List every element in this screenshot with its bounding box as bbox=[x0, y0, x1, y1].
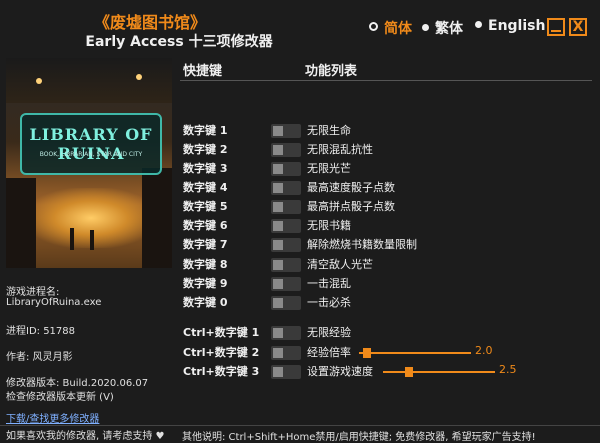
cheat-label: 经验倍率 bbox=[307, 346, 351, 359]
cheat-toggle[interactable] bbox=[271, 326, 301, 340]
radio-icon bbox=[422, 24, 429, 31]
cover-logo-subtext: BOOK, LIBRARIAN, STAR AND CITY bbox=[39, 151, 143, 158]
game-speed-slider[interactable] bbox=[383, 371, 495, 373]
trainer-subtitle: Early Access 十三项修改器 bbox=[85, 34, 273, 50]
toggle-knob bbox=[273, 202, 283, 212]
lang-option-simplified[interactable]: 简体 bbox=[369, 18, 412, 38]
close-button[interactable]: X bbox=[569, 18, 587, 36]
cheat-toggle[interactable] bbox=[271, 365, 301, 379]
slider-thumb[interactable] bbox=[405, 367, 413, 377]
cheat-toggle[interactable] bbox=[271, 296, 301, 310]
slider-value: 2.5 bbox=[499, 363, 517, 376]
cheat-label: 最高速度骰子点数 bbox=[307, 181, 395, 194]
process-name: LibraryOfRuina.exe bbox=[6, 297, 102, 308]
toggle-knob bbox=[273, 221, 283, 231]
radio-icon bbox=[475, 21, 482, 28]
check-update-link[interactable]: 检查修改器版本更新 (V) bbox=[6, 388, 114, 403]
cheat-label: 无限生命 bbox=[307, 124, 351, 137]
cheat-toggle[interactable] bbox=[271, 238, 301, 252]
cheat-toggle[interactable] bbox=[271, 219, 301, 233]
cheat-label: 最高拼点骰子点数 bbox=[307, 200, 395, 213]
hotkey-label: 数字键 9 bbox=[183, 277, 228, 290]
toggle-knob bbox=[273, 126, 283, 136]
cheat-label: 一击必杀 bbox=[307, 296, 351, 309]
cheat-toggle[interactable] bbox=[271, 346, 301, 360]
cover-logo-sign: LIBRARY OF RUINA BOOK, LIBRARIAN, STAR A… bbox=[20, 113, 162, 175]
header-divider bbox=[180, 80, 592, 81]
footer-divider bbox=[0, 425, 600, 426]
cheat-toggle[interactable] bbox=[271, 200, 301, 214]
lang-option-english[interactable]: English bbox=[475, 18, 545, 34]
hotkey-label: 数字键 6 bbox=[183, 219, 228, 232]
radio-selected-icon bbox=[369, 22, 378, 31]
hotkey-label: 数字键 1 bbox=[183, 124, 228, 137]
hotkey-label: 数字键 4 bbox=[183, 181, 228, 194]
close-icon: X bbox=[572, 19, 584, 35]
cheat-label: 无限混乱抗性 bbox=[307, 143, 373, 156]
cheat-toggle[interactable] bbox=[271, 162, 301, 176]
cheat-label: 一击混乱 bbox=[307, 277, 351, 290]
lang-option-traditional[interactable]: 繁体 bbox=[422, 18, 463, 38]
cheat-label: 无限光芒 bbox=[307, 162, 351, 175]
toggle-knob bbox=[273, 298, 283, 308]
cheat-toggle[interactable] bbox=[271, 181, 301, 195]
hotkey-column-header: 快捷键 bbox=[183, 64, 223, 79]
hotkey-label: Ctrl+数字键 2 bbox=[183, 346, 260, 359]
toggle-knob bbox=[273, 348, 283, 358]
exp-multiplier-slider[interactable] bbox=[359, 352, 471, 354]
game-title: 《废墟图书馆》 bbox=[93, 13, 206, 32]
hotkey-label: Ctrl+数字键 3 bbox=[183, 365, 260, 378]
cheat-toggle[interactable] bbox=[271, 124, 301, 138]
slider-value: 2.0 bbox=[475, 344, 493, 357]
game-cover-art: LIBRARY OF RUINA BOOK, LIBRARIAN, STAR A… bbox=[6, 58, 172, 268]
hotkey-label: 数字键 5 bbox=[183, 200, 228, 213]
cheat-label: 清空敌人光芒 bbox=[307, 258, 373, 271]
toggle-knob bbox=[273, 367, 283, 377]
toggle-knob bbox=[273, 183, 283, 193]
toggle-knob bbox=[273, 164, 283, 174]
toggle-knob bbox=[273, 145, 283, 155]
process-label: 游戏进程名: bbox=[6, 287, 60, 298]
support-text: 如果喜欢我的修改器, 请考虑支持 ♥ bbox=[6, 431, 165, 442]
function-column-header: 功能列表 bbox=[305, 64, 358, 79]
toggle-knob bbox=[273, 240, 283, 250]
hotkey-label: 数字键 7 bbox=[183, 238, 228, 251]
cheat-toggle[interactable] bbox=[271, 143, 301, 157]
process-id: 进程ID: 51788 bbox=[6, 326, 76, 337]
hotkey-label: 数字键 8 bbox=[183, 258, 228, 271]
hotkey-label: 数字键 2 bbox=[183, 143, 228, 156]
lang-label: 简体 bbox=[384, 21, 412, 37]
hotkey-label: 数字键 0 bbox=[183, 296, 228, 309]
lang-label: English bbox=[488, 18, 546, 34]
cheat-toggle[interactable] bbox=[271, 258, 301, 272]
download-more-link[interactable]: 下载/查找更多修改器 bbox=[6, 410, 99, 425]
cheat-toggle[interactable] bbox=[271, 277, 301, 291]
hotkey-label: 数字键 3 bbox=[183, 162, 228, 175]
author-info: 作者: 风灵月影 bbox=[6, 352, 73, 363]
trainer-version: 修改器版本: Build.2020.06.07 bbox=[6, 378, 149, 389]
toggle-knob bbox=[273, 260, 283, 270]
cheat-label: 设置游戏速度 bbox=[307, 365, 373, 378]
cheat-label: 解除燃烧书籍数量限制 bbox=[307, 238, 417, 251]
toggle-knob bbox=[273, 279, 283, 289]
cheat-label: 无限书籍 bbox=[307, 219, 351, 232]
toggle-knob bbox=[273, 328, 283, 338]
lang-label: 繁体 bbox=[435, 21, 463, 37]
minimize-button[interactable] bbox=[547, 18, 565, 36]
cheat-label: 无限经验 bbox=[307, 326, 351, 339]
slider-thumb[interactable] bbox=[363, 348, 371, 358]
hotkey-label: Ctrl+数字键 1 bbox=[183, 326, 260, 339]
